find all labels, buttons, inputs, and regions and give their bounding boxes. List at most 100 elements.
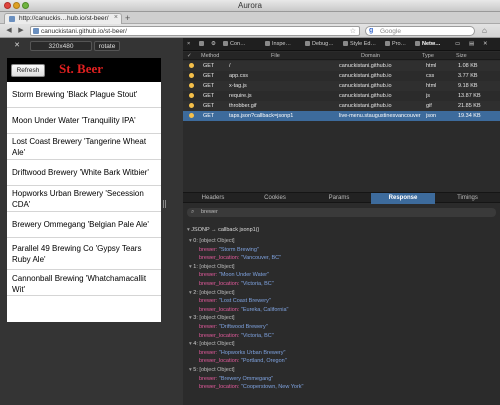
page-viewport: Refresh St. Beer Storm Brewing 'Black Pl… bbox=[7, 58, 161, 322]
json-key: brewer_location: bbox=[199, 332, 241, 339]
json-property-row[interactable]: brewer_location: "Cooperstown, New York" bbox=[183, 383, 500, 392]
list-item[interactable]: Brewery Ommegang 'Belgian Pale Ale' bbox=[7, 212, 161, 238]
json-object-row[interactable]: ▾ 0: [object Object] bbox=[183, 237, 500, 246]
rotate-button[interactable]: rotate bbox=[94, 41, 120, 51]
json-value: "Brewery Ommegang" bbox=[218, 375, 274, 382]
tab-headers[interactable]: Headers bbox=[183, 193, 243, 204]
refresh-button[interactable]: Refresh bbox=[11, 64, 45, 77]
col-type[interactable]: Type bbox=[422, 53, 434, 59]
bookmark-star-icon[interactable]: ☆ bbox=[350, 27, 356, 35]
list-item[interactable]: Cannonball Brewing 'Whatchamacallit Wit' bbox=[7, 270, 161, 296]
resize-handle[interactable] bbox=[163, 200, 166, 208]
json-key: brewer: bbox=[199, 246, 219, 253]
list-item[interactable]: Lost Coast Brewery 'Tangerine Wheat Ale' bbox=[7, 134, 161, 160]
jsonp-header[interactable]: ▾ JSONP → callback jsonp1() bbox=[187, 227, 259, 233]
json-key: brewer_location: bbox=[199, 384, 241, 391]
table-row-selected[interactable]: GET taps.json?callback=jsonp1 live-menu.… bbox=[183, 111, 500, 121]
tab-cookies[interactable]: Cookies bbox=[243, 193, 307, 204]
tab-debugger[interactable]: Debug… bbox=[305, 40, 334, 49]
network-table: GET / canuckistani.github.io html 1.08 K… bbox=[183, 61, 500, 121]
json-property-row[interactable]: brewer: "Lost Coast Brewery" bbox=[183, 297, 500, 306]
json-tree: ▾ 0: [object Object] brewer: "Storm Brewi… bbox=[183, 237, 500, 392]
list-item[interactable]: Parallel 49 Brewing Co 'Gypsy Tears Ruby… bbox=[7, 238, 161, 270]
tab-params[interactable]: Params bbox=[307, 193, 371, 204]
col-size[interactable]: Size bbox=[456, 53, 467, 59]
json-property-row[interactable]: brewer: "Storm Brewing" bbox=[183, 246, 500, 255]
close-responsive-button[interactable]: ✕ bbox=[11, 41, 23, 51]
site-identity-icon bbox=[33, 28, 39, 34]
json-value: "Driftwood Brewery" bbox=[218, 323, 268, 330]
json-object-row[interactable]: ▾ 3: [object Object] bbox=[183, 314, 500, 323]
home-icon[interactable]: ⌂ bbox=[482, 26, 487, 35]
table-row[interactable]: GET x-tag.js canuckistani.github.io html… bbox=[183, 81, 500, 91]
tab-timings[interactable]: Timings bbox=[435, 193, 500, 204]
filter-value: brewer bbox=[201, 209, 218, 215]
list-item[interactable]: Driftwood Brewery 'White Bark Witbier' bbox=[7, 160, 161, 186]
devtools-panel: × ⚙ Con… Inspe… Debug… Style Ed… Pro… Ne… bbox=[183, 38, 500, 405]
json-key: brewer: bbox=[199, 272, 219, 279]
list-item[interactable]: Hopworks Urban Brewery 'Secession CDA' bbox=[7, 186, 161, 212]
col-domain[interactable]: Domain bbox=[361, 53, 380, 59]
search-icon: ⌕ bbox=[191, 209, 195, 215]
search-placeholder: Google bbox=[380, 28, 401, 35]
dock-icon[interactable]: ▭ bbox=[455, 40, 460, 49]
json-property-row[interactable]: brewer: "Driftwood Brewery" bbox=[183, 323, 500, 332]
status-dot bbox=[189, 93, 194, 98]
json-property-row[interactable]: brewer_location: "Victoria, BC" bbox=[183, 280, 500, 289]
json-property-row[interactable]: brewer_location: "Eureka, California" bbox=[183, 306, 500, 315]
pick-element-icon[interactable] bbox=[199, 40, 206, 49]
table-row[interactable]: GET / canuckistani.github.io html 1.08 K… bbox=[183, 61, 500, 71]
tab-network[interactable]: Netw… bbox=[415, 40, 441, 49]
json-key: brewer: bbox=[199, 323, 219, 330]
tab-inspector[interactable]: Inspe… bbox=[265, 40, 291, 49]
table-row[interactable]: GET app.css canuckistani.github.io css 3… bbox=[183, 71, 500, 81]
list-item[interactable]: Moon Under Water 'Tranquility IPA' bbox=[7, 108, 161, 134]
json-property-row[interactable]: brewer_location: "Victoria, BC" bbox=[183, 332, 500, 341]
json-object-row[interactable]: ▾ 1: [object Object] bbox=[183, 263, 500, 272]
settings-icon[interactable]: ⚙ bbox=[211, 40, 216, 49]
json-object-row[interactable]: ▾ 2: [object Object] bbox=[183, 289, 500, 298]
back-icon[interactable]: ◀ bbox=[4, 26, 14, 36]
split-console-icon[interactable]: ▤ bbox=[469, 40, 474, 49]
tab-style-editor[interactable]: Style Ed… bbox=[343, 40, 376, 49]
google-icon: g bbox=[369, 27, 374, 34]
json-property-row[interactable]: brewer_location: "Portland, Oregon" bbox=[183, 357, 500, 366]
tab-console[interactable]: Con… bbox=[223, 40, 246, 49]
url-text: canuckistani.github.io/st-beer/ bbox=[41, 28, 127, 35]
search-input[interactable]: g Google bbox=[365, 26, 475, 36]
json-value: "Storm Brewing" bbox=[218, 246, 259, 253]
col-file[interactable]: File bbox=[271, 53, 280, 59]
responsive-design-panel: ✕ 320x480 rotate Refresh St. Beer Storm … bbox=[0, 38, 183, 405]
viewport-size-select[interactable]: 320x480 bbox=[30, 41, 92, 51]
window-title: Aurora bbox=[237, 1, 262, 10]
json-property-row[interactable]: brewer_location: "Vancouver, BC" bbox=[183, 254, 500, 263]
json-property-row[interactable]: brewer: "Moon Under Water" bbox=[183, 271, 500, 280]
json-property-row[interactable]: brewer: "Hopworks Urban Brewery" bbox=[183, 349, 500, 358]
tab-close-icon[interactable]: × bbox=[114, 14, 118, 21]
close-devtools-icon[interactable]: ✕ bbox=[483, 40, 488, 49]
json-property-row[interactable]: brewer: "Brewery Ommegang" bbox=[183, 375, 500, 384]
tab-profiler[interactable]: Pro… bbox=[385, 40, 406, 49]
json-object-row[interactable]: ▾ 4: [object Object] bbox=[183, 340, 500, 349]
inspector-icon bbox=[265, 41, 270, 47]
status-dot bbox=[189, 103, 194, 108]
response-filter-input[interactable]: ⌕ brewer bbox=[187, 208, 496, 217]
tab-response[interactable]: Response bbox=[371, 193, 435, 204]
responsive-toolbar: ✕ 320x480 rotate bbox=[0, 38, 183, 53]
table-row[interactable]: GET require.js canuckistani.github.io js… bbox=[183, 91, 500, 101]
json-object-row[interactable]: ▾ 5: [object Object] bbox=[183, 366, 500, 375]
col-method[interactable]: Method bbox=[201, 53, 219, 59]
debugger-icon bbox=[305, 41, 310, 47]
table-row[interactable]: GET throbber.gif canuckistani.github.io … bbox=[183, 101, 500, 111]
new-tab-icon[interactable]: + bbox=[125, 13, 130, 23]
list-item[interactable]: Storm Brewing 'Black Plague Stout' bbox=[7, 82, 161, 108]
devtools-close-icon[interactable]: × bbox=[187, 40, 190, 49]
browser-tab[interactable]: http://canuckis…hub.io/st-beer/ × bbox=[4, 13, 122, 24]
chevron-down-icon: ▾ bbox=[187, 227, 190, 233]
url-bar[interactable]: canuckistani.github.io/st-beer/ ☆ bbox=[30, 26, 360, 36]
json-value: "Cooperstown, New York" bbox=[240, 384, 304, 391]
json-value: "Moon Under Water" bbox=[218, 272, 270, 279]
forward-icon[interactable]: ▶ bbox=[16, 26, 26, 36]
app-title: St. Beer bbox=[59, 61, 104, 76]
tab-label: http://canuckis…hub.io/st-beer/ bbox=[19, 15, 109, 22]
